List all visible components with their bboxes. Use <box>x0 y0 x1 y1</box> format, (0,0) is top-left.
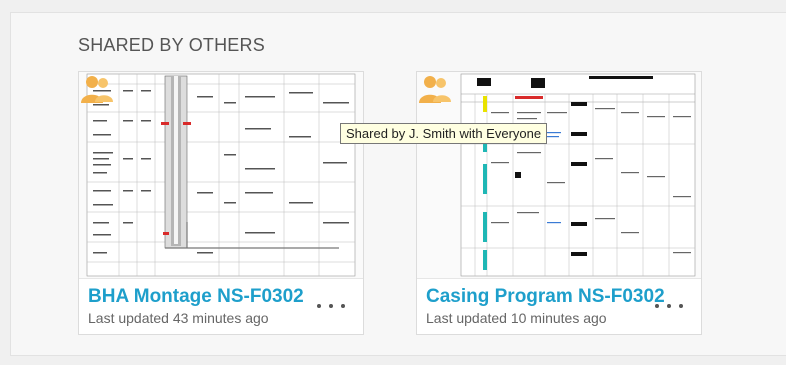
shared-users-icon <box>419 76 451 103</box>
more-options-button[interactable] <box>655 298 683 314</box>
document-thumbnail[interactable] <box>79 72 363 279</box>
dot-icon <box>317 304 321 308</box>
bha-montage-preview <box>86 73 356 277</box>
casing-program-preview <box>460 73 696 277</box>
dot-icon <box>655 304 659 308</box>
document-card-casing-program[interactable]: Casing Program NS-F0302 Last updated 10 … <box>416 71 702 335</box>
card-title[interactable]: BHA Montage NS-F0302 <box>88 286 304 308</box>
shared-users-icon <box>81 76 113 103</box>
dot-icon <box>329 304 333 308</box>
document-thumbnail[interactable] <box>417 72 701 279</box>
shared-by-tooltip: Shared by J. Smith with Everyone <box>340 123 548 144</box>
dot-icon <box>341 304 345 308</box>
dot-icon <box>667 304 671 308</box>
dot-icon <box>679 304 683 308</box>
document-card-bha-montage[interactable]: BHA Montage NS-F0302 Last updated 43 min… <box>78 71 364 335</box>
shared-panel: SHARED BY OTHERS BHA Montage NS-F0302 La… <box>10 12 786 356</box>
section-title: SHARED BY OTHERS <box>78 35 265 55</box>
card-updated-time: Last updated 43 minutes ago <box>88 310 269 326</box>
card-updated-time: Last updated 10 minutes ago <box>426 310 607 326</box>
more-options-button[interactable] <box>317 298 345 314</box>
card-title[interactable]: Casing Program NS-F0302 <box>426 286 665 308</box>
